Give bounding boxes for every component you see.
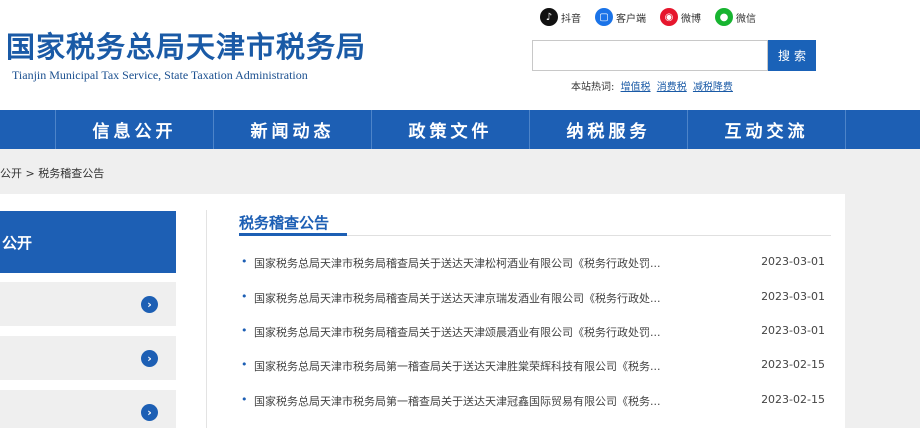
list-item[interactable]: • 国家税务总局天津市税务局第一稽查局关于送达天津胜棠荣辉科技有限公司《税务..… bbox=[239, 355, 831, 375]
client-app-icon: ▢ bbox=[595, 8, 613, 26]
social-wechat[interactable]: ● 微信 bbox=[715, 8, 756, 26]
chevron-right-icon: › bbox=[141, 350, 158, 367]
douyin-icon: ♪ bbox=[540, 8, 558, 26]
chevron-right-icon: › bbox=[141, 296, 158, 313]
nav-item-news[interactable]: 新闻动态 bbox=[214, 110, 372, 149]
wechat-icon: ● bbox=[715, 8, 733, 26]
list-item-date: 2023-02-15 bbox=[761, 393, 825, 406]
social-client[interactable]: ▢ 客户端 bbox=[595, 8, 646, 26]
hotword-link[interactable]: 减税降费 bbox=[693, 82, 733, 93]
site-header: 国家税务总局天津市税务局 Tianjin Municipal Tax Servi… bbox=[0, 0, 920, 110]
breadcrumb[interactable]: 公开 > 税务稽查公告 bbox=[0, 165, 104, 181]
social-weibo[interactable]: ◉ 微博 bbox=[660, 8, 701, 26]
bullet-icon: • bbox=[241, 393, 248, 406]
search-input[interactable] bbox=[532, 40, 768, 71]
sidebar-item[interactable]: › bbox=[0, 282, 176, 326]
column-divider bbox=[206, 210, 207, 428]
nav-item-info-disclosure[interactable]: 信息公开 bbox=[56, 110, 214, 149]
nav-item-tax-service[interactable]: 纳税服务 bbox=[530, 110, 688, 149]
sidebar-item[interactable]: › bbox=[0, 390, 176, 428]
breadcrumb-band bbox=[0, 149, 920, 194]
list-item[interactable]: • 国家税务总局天津市税务局稽查局关于送达天津颂晨酒业有限公司《税务行政处罚..… bbox=[239, 321, 831, 341]
social-weibo-label: 微博 bbox=[681, 13, 701, 25]
list-item[interactable]: • 国家税务总局天津市税务局稽查局关于送达天津松柯酒业有限公司《税务行政处罚..… bbox=[239, 252, 831, 272]
hotwords: 本站热词: 增值税 消费税 减税降费 bbox=[571, 78, 733, 93]
section-underline bbox=[239, 233, 347, 236]
search-button[interactable]: 搜索 bbox=[768, 40, 816, 71]
site-subtitle: Tianjin Municipal Tax Service, State Tax… bbox=[12, 68, 308, 82]
list-item[interactable]: • 国家税务总局天津市税务局稽查局关于送达天津京瑞发酒业有限公司《税务行政处..… bbox=[239, 287, 831, 307]
section-title: 税务稽查公告 bbox=[239, 214, 330, 232]
list-item-date: 2023-02-15 bbox=[761, 358, 825, 371]
list-item-title[interactable]: 国家税务总局天津市税务局稽查局关于送达天津颂晨酒业有限公司《税务行政处罚... bbox=[254, 324, 724, 340]
bullet-icon: • bbox=[241, 324, 248, 337]
right-gutter bbox=[845, 194, 920, 428]
hotwords-label: 本站热词: bbox=[571, 82, 615, 93]
nav-item-policy[interactable]: 政策文件 bbox=[372, 110, 530, 149]
hotword-link[interactable]: 增值税 bbox=[621, 82, 651, 93]
weibo-icon: ◉ bbox=[660, 8, 678, 26]
bullet-icon: • bbox=[241, 290, 248, 303]
list-item-title[interactable]: 国家税务总局天津市税务局稽查局关于送达天津京瑞发酒业有限公司《税务行政处... bbox=[254, 290, 724, 306]
main-nav: 信息公开 新闻动态 政策文件 纳税服务 互动交流 bbox=[0, 110, 920, 149]
chevron-right-icon: › bbox=[141, 404, 158, 421]
list-item-title[interactable]: 国家税务总局天津市税务局稽查局关于送达天津松柯酒业有限公司《税务行政处罚... bbox=[254, 255, 724, 271]
list-item-date: 2023-03-01 bbox=[761, 255, 825, 268]
hotword-link[interactable]: 消费税 bbox=[657, 82, 687, 93]
site-title[interactable]: 国家税务总局天津市税务局 bbox=[6, 24, 366, 66]
sidebar-item-active[interactable]: 公开 bbox=[0, 211, 176, 273]
list-item-date: 2023-03-01 bbox=[761, 290, 825, 303]
nav-item-interaction[interactable]: 互动交流 bbox=[688, 110, 846, 149]
sidebar-item[interactable]: › bbox=[0, 336, 176, 380]
nav-item-home-partial[interactable] bbox=[0, 110, 56, 149]
bullet-icon: • bbox=[241, 255, 248, 268]
nav-item-more[interactable] bbox=[846, 110, 920, 149]
social-douyin[interactable]: ♪ 抖音 bbox=[540, 8, 581, 26]
list-item-title[interactable]: 国家税务总局天津市税务局第一稽查局关于送达天津冠鑫国际贸易有限公司《税务... bbox=[254, 393, 724, 409]
list-item-title[interactable]: 国家税务总局天津市税务局第一稽查局关于送达天津胜棠荣辉科技有限公司《税务... bbox=[254, 358, 724, 374]
social-links: ♪ 抖音 ▢ 客户端 ◉ 微博 ● 微信 bbox=[540, 8, 756, 26]
list-item[interactable]: • 国家税务总局天津市税务局第一稽查局关于送达天津冠鑫国际贸易有限公司《税务..… bbox=[239, 390, 831, 410]
list-item-date: 2023-03-01 bbox=[761, 324, 825, 337]
social-douyin-label: 抖音 bbox=[561, 13, 581, 25]
social-wechat-label: 微信 bbox=[736, 13, 756, 25]
social-client-label: 客户端 bbox=[616, 13, 646, 25]
bullet-icon: • bbox=[241, 358, 248, 371]
